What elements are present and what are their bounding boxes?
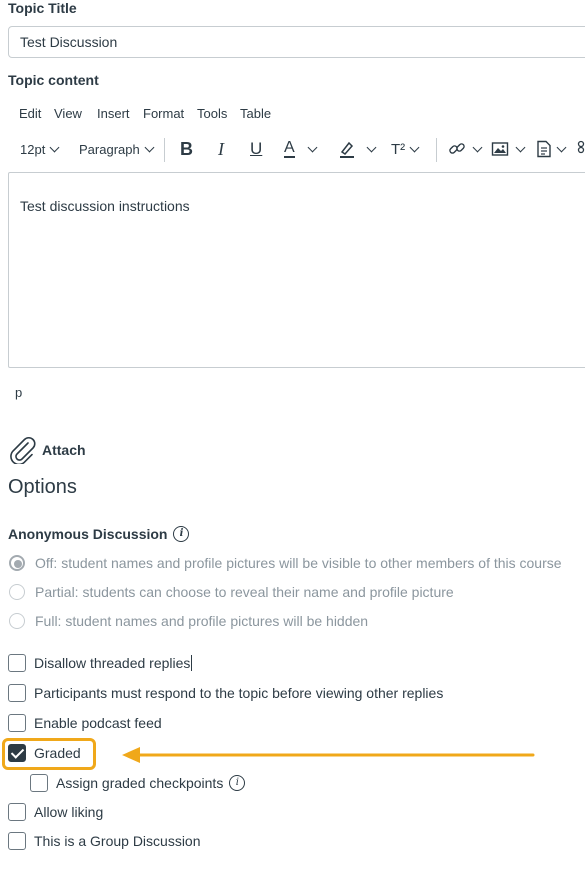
chevron-down-icon — [49, 142, 60, 152]
rich-content-editor[interactable]: Test discussion instructions — [8, 172, 585, 368]
menu-format[interactable]: Format — [143, 106, 184, 121]
block-format-dropdown[interactable]: Paragraph — [79, 138, 155, 160]
disallow-threaded-replies-option[interactable]: Disallow threaded replies — [8, 654, 193, 672]
pointer-arrow-icon — [122, 747, 535, 763]
chevron-down-icon — [515, 142, 526, 152]
chevron-down-icon — [144, 142, 155, 152]
editor-status-path[interactable]: p — [15, 385, 22, 400]
checkbox-label: Allow liking — [34, 804, 104, 820]
group-discussion-checkbox[interactable] — [8, 832, 26, 850]
graded-checkbox[interactable] — [8, 744, 26, 762]
must-respond-option[interactable]: Participants must respond to the topic b… — [8, 684, 443, 702]
block-format-value: Paragraph — [79, 141, 140, 157]
more-button[interactable] — [576, 138, 585, 160]
bold-button[interactable]: B — [180, 138, 193, 160]
checkbox-label: Participants must respond to the topic b… — [34, 685, 444, 701]
anonymous-option-off[interactable]: Off: student names and profile pictures … — [9, 555, 562, 571]
font-size-dropdown[interactable]: 12pt — [20, 138, 60, 160]
document-icon — [537, 140, 551, 158]
anonymous-discussion-label: Anonymous Discussion i — [8, 526, 190, 542]
radio-label: Off: student names and profile pictures … — [35, 555, 562, 571]
image-icon — [491, 142, 509, 156]
chevron-down-icon — [409, 142, 420, 152]
toolbar-divider — [436, 138, 437, 162]
underline-button[interactable]: U — [250, 138, 262, 160]
editor-body-text[interactable]: Test discussion instructions — [20, 198, 190, 214]
radio-label: Partial: students can choose to reveal t… — [35, 584, 454, 600]
info-icon[interactable]: i — [229, 775, 246, 791]
topic-title-label: Topic Title — [8, 0, 77, 16]
menu-insert[interactable]: Insert — [97, 106, 130, 121]
more-icon — [577, 140, 585, 154]
checkbox-label: This is a Group Discussion — [34, 833, 201, 849]
italic-button[interactable]: I — [218, 138, 224, 160]
menu-tools[interactable]: Tools — [197, 106, 227, 121]
radio-button[interactable] — [9, 584, 25, 600]
podcast-feed-option[interactable]: Enable podcast feed — [8, 714, 162, 732]
underline-icon: U — [250, 139, 263, 158]
radio-button[interactable] — [9, 555, 25, 571]
text-color-button[interactable]: A — [284, 138, 318, 160]
highlighter-icon — [340, 141, 354, 158]
image-button[interactable] — [491, 138, 526, 160]
menu-edit[interactable]: Edit — [19, 106, 41, 121]
topic-title-input[interactable] — [8, 26, 585, 58]
checkbox-label: Assign graded checkpoints — [56, 775, 224, 791]
graded-option[interactable]: Graded — [8, 744, 81, 762]
attach-button[interactable]: Attach — [8, 436, 86, 464]
info-icon[interactable]: i — [173, 526, 190, 542]
allow-liking-checkbox[interactable] — [8, 803, 26, 821]
checkbox-label: Graded — [34, 745, 81, 761]
anonymous-discussion-text: Anonymous Discussion — [8, 526, 168, 542]
text-color-icon: A — [284, 139, 295, 158]
paperclip-icon — [10, 437, 36, 464]
disallow-threaded-replies-checkbox[interactable] — [8, 654, 26, 672]
checkbox-label: Disallow threaded replies — [34, 655, 191, 671]
group-discussion-option[interactable]: This is a Group Discussion — [8, 832, 201, 850]
text-cursor — [191, 655, 193, 671]
document-button[interactable] — [536, 138, 567, 160]
superscript-icon: T² — [391, 140, 406, 158]
font-size-value: 12pt — [20, 141, 46, 157]
must-respond-checkbox[interactable] — [8, 684, 26, 702]
checkbox-label: Enable podcast feed — [34, 715, 162, 731]
italic-icon: I — [218, 138, 224, 159]
bold-icon: B — [180, 138, 193, 159]
graded-checkpoints-option[interactable]: Assign graded checkpoints i — [30, 774, 246, 792]
attach-label: Attach — [42, 442, 86, 458]
topic-content-label: Topic content — [8, 72, 99, 88]
superscript-button[interactable]: T² — [391, 138, 420, 160]
menu-view[interactable]: View — [54, 106, 82, 121]
toolbar-divider — [164, 138, 165, 162]
options-heading: Options — [8, 476, 77, 498]
chevron-down-icon — [366, 142, 377, 152]
chevron-down-icon — [472, 142, 483, 152]
graded-checkpoints-checkbox[interactable] — [30, 774, 48, 792]
chevron-down-icon — [556, 142, 567, 152]
link-button[interactable] — [448, 138, 483, 160]
link-icon — [449, 143, 465, 154]
podcast-feed-checkbox[interactable] — [8, 714, 26, 732]
allow-liking-option[interactable]: Allow liking — [8, 803, 103, 821]
menu-table[interactable]: Table — [240, 106, 271, 121]
radio-label: Full: student names and profile pictures… — [35, 613, 369, 629]
radio-button[interactable] — [9, 613, 25, 629]
chevron-down-icon — [307, 142, 318, 152]
anonymous-option-partial[interactable]: Partial: students can choose to reveal t… — [9, 584, 454, 600]
anonymous-option-full[interactable]: Full: student names and profile pictures… — [9, 613, 368, 629]
highlight-color-button[interactable] — [338, 138, 377, 160]
